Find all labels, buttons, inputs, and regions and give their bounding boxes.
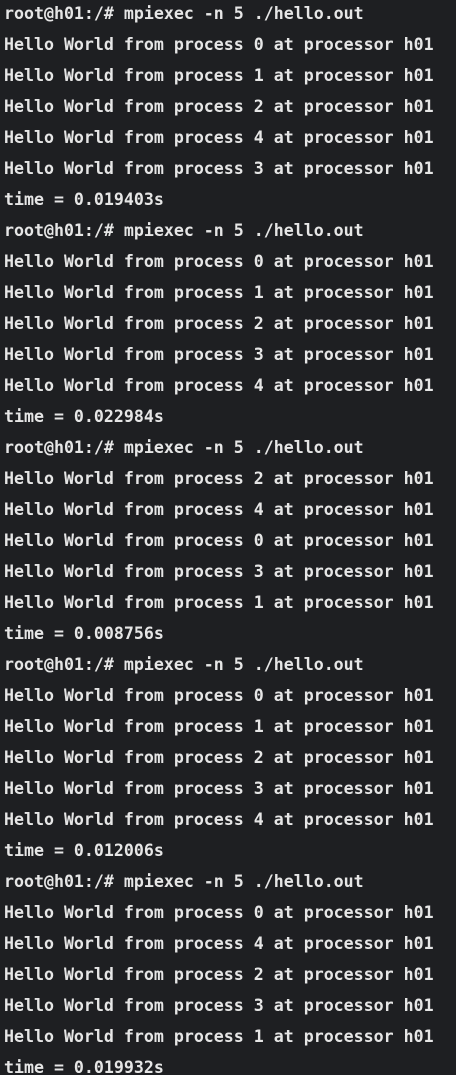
prompt-line: root@h01:/# mpiexec -n 5 ./hello.out	[4, 655, 364, 674]
output-line: Hello World from process 1 at processor …	[4, 593, 434, 612]
output-line: Hello World from process 4 at processor …	[4, 376, 434, 395]
prompt-line: root@h01:/# mpiexec -n 5 ./hello.out	[4, 872, 364, 891]
output-line: Hello World from process 3 at processor …	[4, 562, 434, 581]
output-line: Hello World from process 2 at processor …	[4, 965, 434, 984]
terminal-output[interactable]: root@h01:/# mpiexec -n 5 ./hello.out Hel…	[0, 0, 456, 1075]
output-line: Hello World from process 0 at processor …	[4, 531, 434, 550]
output-line: Hello World from process 0 at processor …	[4, 903, 434, 922]
output-line: Hello World from process 4 at processor …	[4, 128, 434, 147]
output-line: Hello World from process 3 at processor …	[4, 345, 434, 364]
prompt-line: root@h01:/# mpiexec -n 5 ./hello.out	[4, 438, 364, 457]
timing-line: time = 0.019932s	[4, 1058, 164, 1075]
output-line: Hello World from process 4 at processor …	[4, 934, 434, 953]
output-line: Hello World from process 0 at processor …	[4, 252, 434, 271]
output-line: Hello World from process 2 at processor …	[4, 97, 434, 116]
output-line: Hello World from process 2 at processor …	[4, 748, 434, 767]
output-line: Hello World from process 4 at processor …	[4, 500, 434, 519]
timing-line: time = 0.012006s	[4, 841, 164, 860]
timing-line: time = 0.008756s	[4, 624, 164, 643]
output-line: Hello World from process 3 at processor …	[4, 159, 434, 178]
output-line: Hello World from process 1 at processor …	[4, 717, 434, 736]
output-line: Hello World from process 3 at processor …	[4, 779, 434, 798]
output-line: Hello World from process 1 at processor …	[4, 1027, 434, 1046]
timing-line: time = 0.019403s	[4, 190, 164, 209]
output-line: Hello World from process 0 at processor …	[4, 35, 434, 54]
output-line: Hello World from process 0 at processor …	[4, 686, 434, 705]
output-line: Hello World from process 1 at processor …	[4, 283, 434, 302]
prompt-line: root@h01:/# mpiexec -n 5 ./hello.out	[4, 4, 364, 23]
output-line: Hello World from process 3 at processor …	[4, 996, 434, 1015]
output-line: Hello World from process 2 at processor …	[4, 469, 434, 488]
prompt-line: root@h01:/# mpiexec -n 5 ./hello.out	[4, 221, 364, 240]
output-line: Hello World from process 4 at processor …	[4, 810, 434, 829]
output-line: Hello World from process 2 at processor …	[4, 314, 434, 333]
output-line: Hello World from process 1 at processor …	[4, 66, 434, 85]
timing-line: time = 0.022984s	[4, 407, 164, 426]
